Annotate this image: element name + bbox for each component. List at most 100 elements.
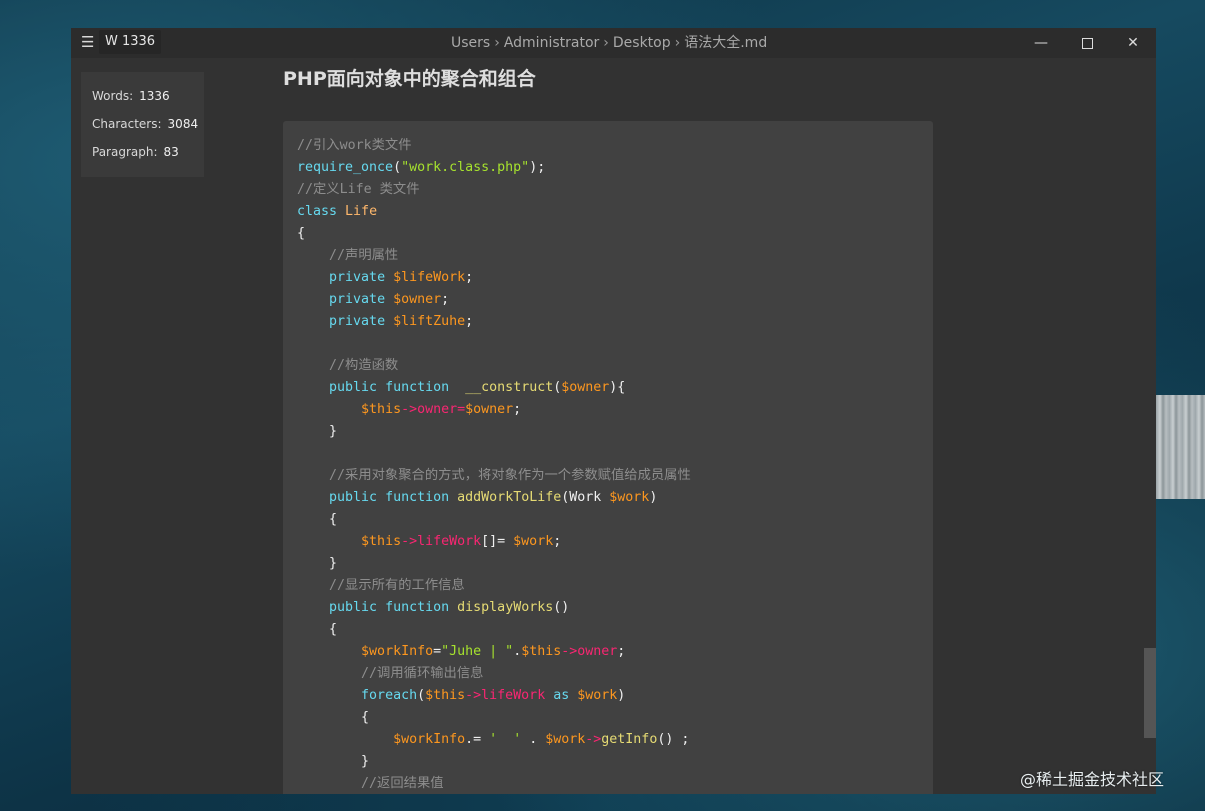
code-token-keyword: class bbox=[297, 204, 338, 219]
stat-label: Paragraph: bbox=[92, 145, 158, 159]
stat-label: Characters: bbox=[92, 117, 162, 131]
code-token-variable: $work bbox=[577, 688, 618, 703]
code-token-comment: //定义Life 类文件 bbox=[297, 182, 420, 197]
scrollbar-thumb[interactable] bbox=[1144, 648, 1156, 738]
code-block[interactable]: //引入work类文件 require_once("work.class.php"… bbox=[283, 121, 933, 794]
minimize-icon: — bbox=[1034, 35, 1048, 51]
code-token-plain: ; bbox=[513, 402, 522, 417]
code-token-string: ' ' bbox=[489, 732, 522, 747]
breadcrumb-item[interactable]: Administrator bbox=[504, 35, 599, 51]
breadcrumb-item[interactable]: Desktop bbox=[613, 35, 671, 51]
code-line: private $owner; bbox=[297, 289, 691, 311]
code-token-property: ->lifeWork bbox=[465, 688, 546, 703]
code-line: //调用循环输出信息 bbox=[297, 663, 691, 685]
code-line: require_once("work.class.php"); bbox=[297, 157, 691, 179]
code-token-variable: $workInfo bbox=[361, 644, 434, 659]
code-line: //返回结果值 bbox=[297, 773, 691, 794]
code-token-plain: ){ bbox=[609, 380, 626, 395]
code-line: { bbox=[297, 707, 691, 729]
document-heading: PHP面向对象中的聚合和组合 bbox=[283, 68, 536, 90]
stat-value: 3084 bbox=[167, 117, 199, 131]
code-line: class Life bbox=[297, 201, 691, 223]
code-token-keyword: function bbox=[385, 490, 450, 505]
code-line: //定义Life 类文件 bbox=[297, 179, 691, 201]
code-token-variable: $owner bbox=[393, 292, 442, 307]
stat-label: Words: bbox=[92, 89, 134, 103]
code-line: } bbox=[297, 553, 691, 575]
code-token-keyword: require_once bbox=[297, 160, 394, 175]
code-token-plain: () bbox=[553, 600, 570, 615]
code-token-class: Life bbox=[345, 204, 378, 219]
code-token-plain: ; bbox=[553, 534, 562, 549]
code-token-function: addWorkToLife bbox=[457, 490, 562, 505]
word-count-badge[interactable]: W 1336 bbox=[99, 30, 162, 54]
code-token-plain: = bbox=[433, 644, 442, 659]
hamburger-menu-icon[interactable]: ☰ bbox=[81, 33, 94, 51]
code-token-variable: $this bbox=[425, 688, 466, 703]
code-line: } bbox=[297, 421, 691, 443]
code-line: //构造函数 bbox=[297, 355, 691, 377]
code-token-plain: } bbox=[297, 424, 338, 439]
close-icon: ✕ bbox=[1127, 35, 1139, 51]
breadcrumb-item-current-file[interactable]: 语法大全.md bbox=[684, 35, 767, 51]
code-token-keyword: public bbox=[329, 600, 378, 615]
code-token-keyword: public bbox=[329, 490, 378, 505]
code-line: public function __construct($owner){ bbox=[297, 377, 691, 399]
code-token-plain: { bbox=[297, 622, 338, 637]
code-token-plain: . bbox=[513, 644, 522, 659]
code-token-variable: $work bbox=[513, 534, 554, 549]
watermark: @稀土掘金技术社区 bbox=[1020, 770, 1165, 789]
code-line: public function displayWorks() bbox=[297, 597, 691, 619]
code-token-comment: //构造函数 bbox=[329, 358, 399, 373]
code-token-comment: //显示所有的工作信息 bbox=[329, 578, 465, 593]
code-token-variable: $this bbox=[361, 534, 402, 549]
code-token-variable: $owner bbox=[465, 402, 514, 417]
code-token-plain: []= bbox=[481, 534, 514, 549]
code-line: //引入work类文件 bbox=[297, 135, 691, 157]
code-token-plain: ( bbox=[393, 160, 402, 175]
code-token-string: "work.class.php" bbox=[401, 160, 530, 175]
minimize-button[interactable]: — bbox=[1018, 28, 1064, 58]
breadcrumb-item[interactable]: Users bbox=[451, 35, 490, 51]
code-token-keyword: private bbox=[329, 292, 386, 307]
code-token-plain: { bbox=[297, 226, 306, 241]
stat-words: Words: 1336 bbox=[92, 89, 170, 103]
code-token-keyword: function bbox=[385, 380, 450, 395]
code-token-keyword: as bbox=[553, 688, 570, 703]
code-line: //采用对象聚合的方式，将对象作为一个参数赋值给成员属性 bbox=[297, 465, 691, 487]
code-token-variable: $owner bbox=[561, 380, 610, 395]
code-token-plain: } bbox=[297, 556, 338, 571]
code-token-property: ->lifeWork bbox=[401, 534, 482, 549]
code-line: $workInfo.= ' ' . $work->getInfo() ; bbox=[297, 729, 691, 751]
code-line: $this->lifeWork[]= $work; bbox=[297, 531, 691, 553]
code-token-comment: //调用循环输出信息 bbox=[361, 666, 484, 681]
code-line: foreach($this->lifeWork as $work) bbox=[297, 685, 691, 707]
maximize-icon bbox=[1081, 37, 1093, 49]
code-line: private $liftZuhe; bbox=[297, 311, 691, 333]
code-token-function: getInfo bbox=[601, 732, 658, 747]
code-token-plain: .= bbox=[465, 732, 490, 747]
maximize-button[interactable] bbox=[1064, 28, 1110, 58]
code-lines: //引入work类文件 require_once("work.class.php"… bbox=[297, 135, 691, 794]
breadcrumb-separator: › bbox=[603, 35, 609, 51]
code-line: { bbox=[297, 509, 691, 531]
close-button[interactable]: ✕ bbox=[1110, 28, 1156, 58]
code-line: //显示所有的工作信息 bbox=[297, 575, 691, 597]
code-token-variable: $workInfo bbox=[393, 732, 466, 747]
